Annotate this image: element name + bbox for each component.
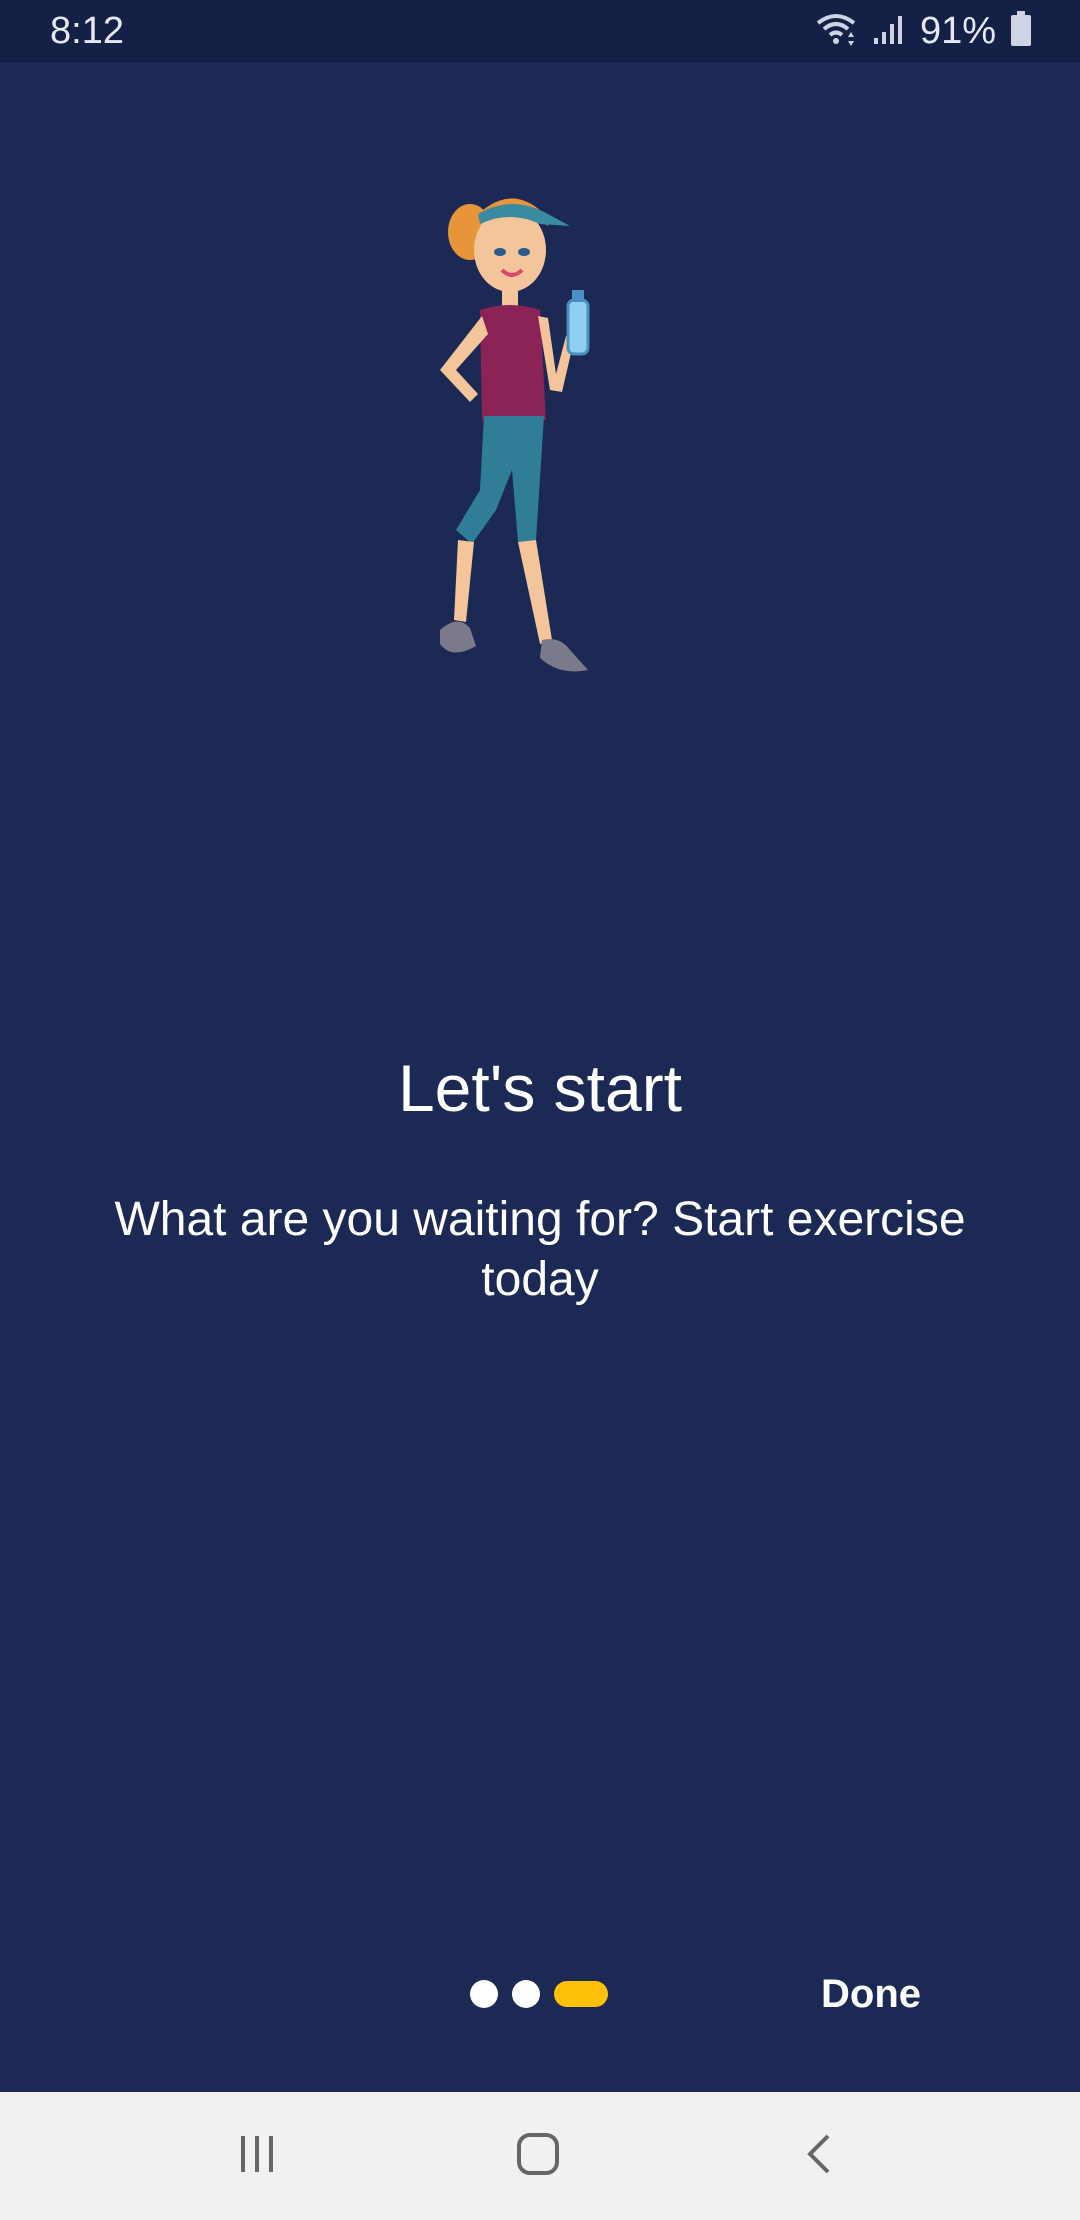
recents-button[interactable] <box>197 2116 317 2196</box>
battery-icon <box>1010 10 1032 52</box>
onboarding-title: Let's start <box>397 1051 683 1125</box>
signal-icon <box>872 12 906 51</box>
home-button[interactable] <box>478 2116 598 2196</box>
status-bar: 8:12 91% <box>0 0 1080 62</box>
onboarding-subtitle: What are you waiting for? Start exercise… <box>114 1193 966 1306</box>
status-icons: 91% <box>814 8 1032 54</box>
page-dot-1 <box>470 1980 498 2008</box>
done-button[interactable]: Done <box>806 1962 936 2026</box>
status-time: 8:12 <box>50 10 124 52</box>
page-dot-3-active <box>554 1981 608 2007</box>
back-icon <box>798 2132 842 2181</box>
battery-percent: 91% <box>919 9 996 52</box>
back-button[interactable] <box>760 2116 880 2196</box>
page-dot-2 <box>512 1980 540 2008</box>
page-indicator <box>470 1974 608 2014</box>
navigation-bar <box>0 2092 1080 2220</box>
home-icon <box>514 2130 562 2183</box>
wifi-icon <box>814 11 858 52</box>
recents-icon <box>235 2132 279 2181</box>
woman-walking-illustration <box>400 170 660 710</box>
